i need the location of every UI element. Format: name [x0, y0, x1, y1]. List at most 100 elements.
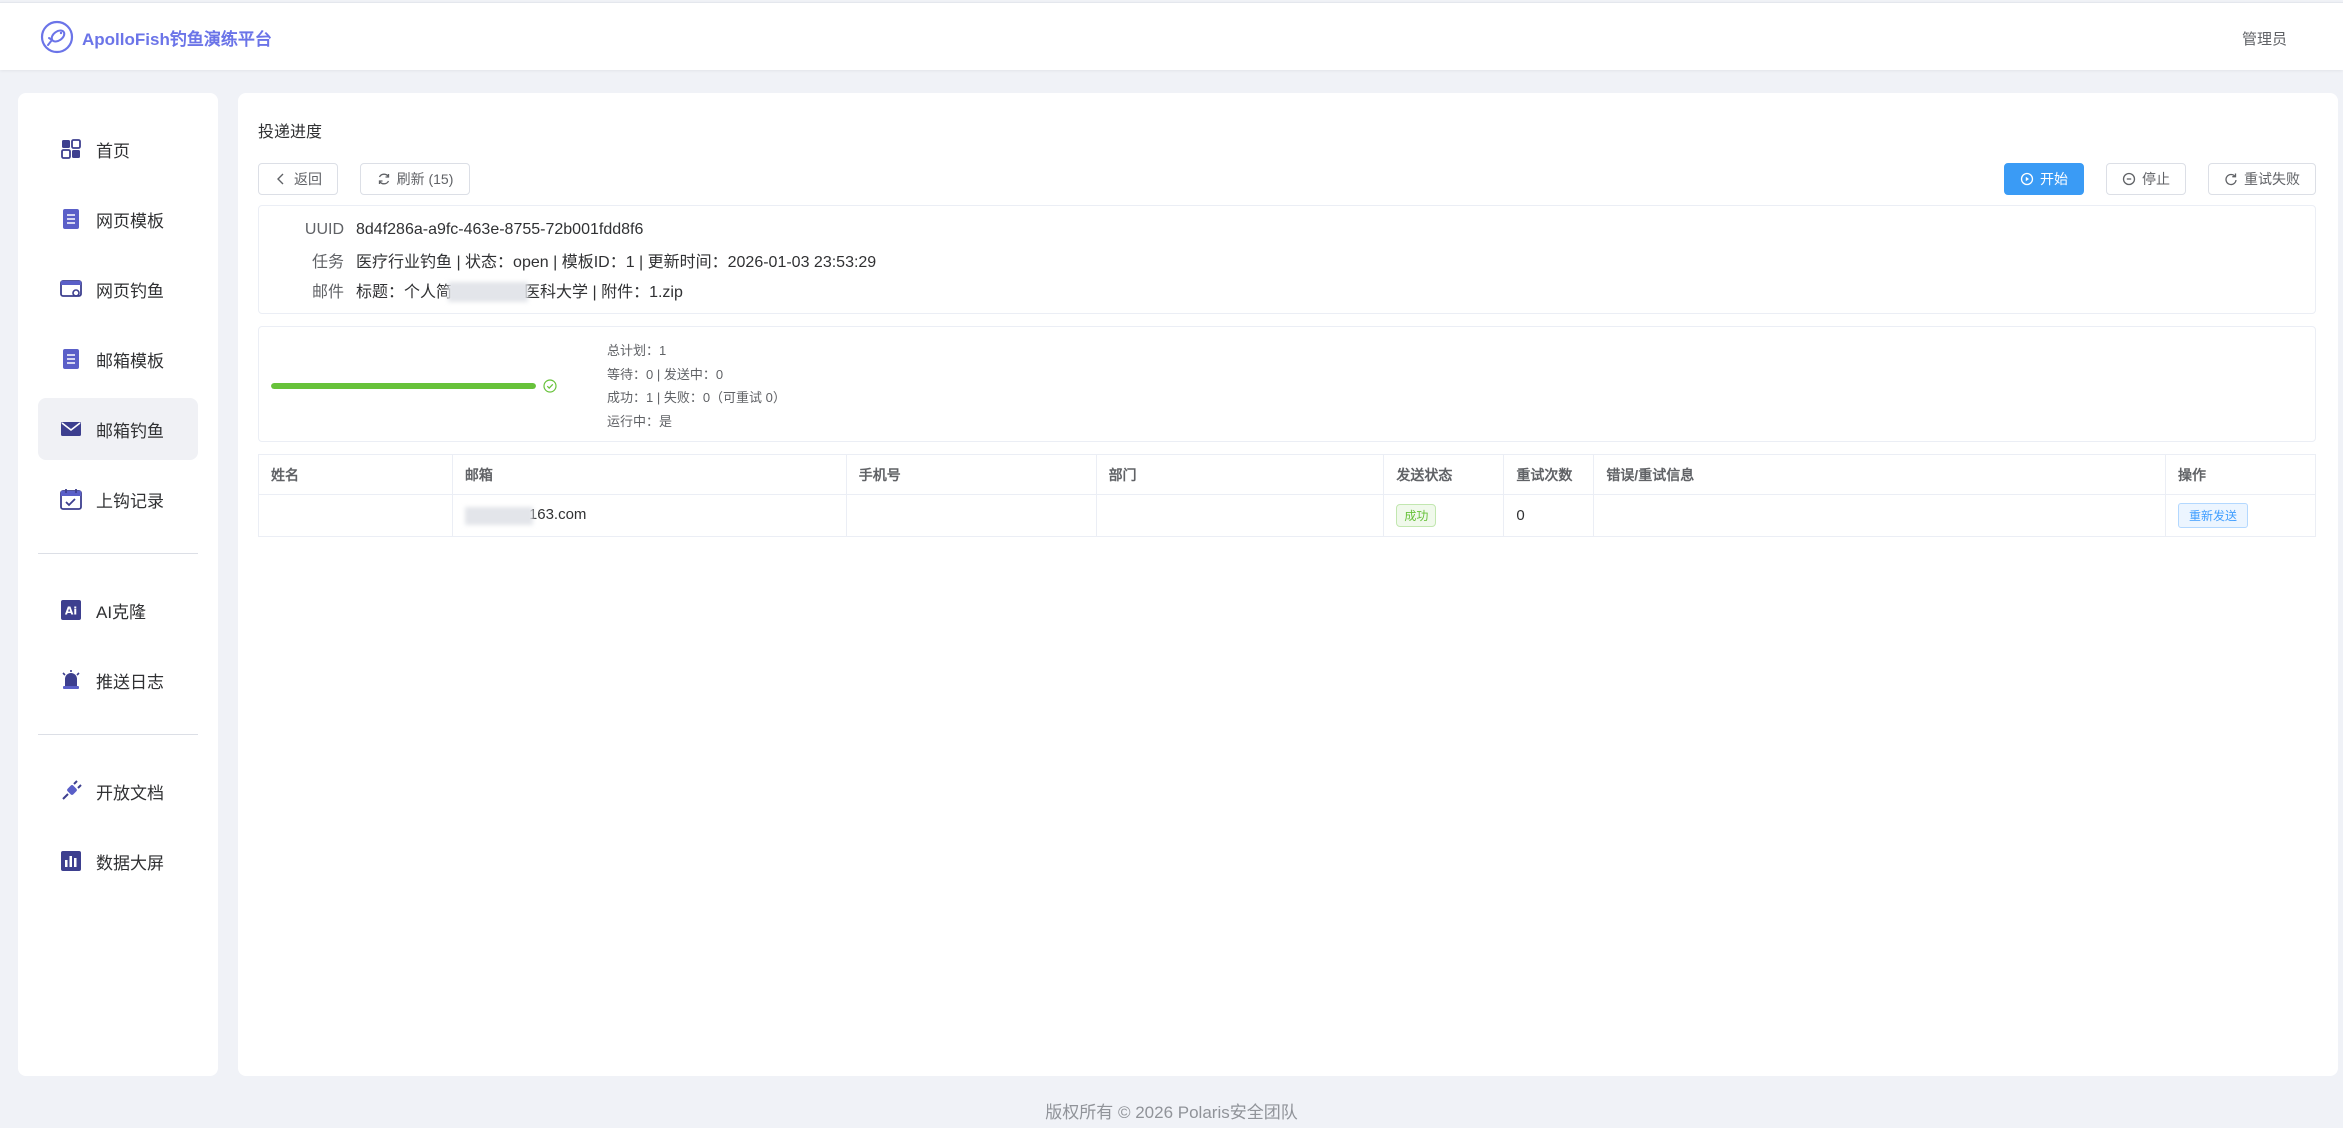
- task-info-panel: UUID 8d4f286a-a9fc-463e-8755-72b001fdd8f…: [258, 205, 2316, 314]
- mail-value: 标题：个人简 医科大学 | 附件：1.zip: [356, 278, 683, 303]
- info-row-mail: 邮件 标题：个人简 医科大学 | 附件：1.zip: [259, 278, 683, 303]
- info-row-task: 任务 医疗行业钓鱼 | 状态：open | 模板ID：1 | 更新时间：2026…: [259, 249, 876, 271]
- calendar-icon: [60, 489, 82, 510]
- cell-status: 成功: [1383, 494, 1505, 537]
- chart-icon: [61, 851, 81, 871]
- table-header-row: 姓名 邮箱 手机号 部门 发送状态 重试次数 错误/重试信息 操作: [258, 454, 2316, 495]
- column-header[interactable]: 操作: [2165, 454, 2316, 495]
- progress-bar: [271, 383, 536, 389]
- sidebar-item-open-docs[interactable]: 开放文档: [38, 760, 198, 822]
- recipients-table: 姓名 邮箱 手机号 部门 发送状态 重试次数 错误/重试信息 操作 163.co…: [258, 454, 2316, 537]
- user-menu[interactable]: 管理员: [2242, 28, 2287, 49]
- resend-button[interactable]: 重新发送: [2178, 503, 2249, 528]
- info-key: 任务: [311, 254, 344, 271]
- retry-failed-label: 重试失败: [2244, 171, 2300, 187]
- top-header: ApolloFish钓鱼演练平台 管理员: [0, 2, 2343, 70]
- document-icon: [63, 209, 79, 229]
- cell-error: [1593, 494, 2166, 537]
- email-suffix: 163.com: [528, 506, 587, 524]
- table-row: 163.com 成功 0 重新发送: [258, 494, 2316, 537]
- sidebar-item-web-phishing[interactable]: 网页钓鱼: [38, 258, 198, 320]
- ai-icon: Ai: [61, 600, 81, 620]
- uuid-value: 8d4f286a-a9fc-463e-8755-72b001fdd8f6: [356, 221, 644, 238]
- sidebar-divider: [38, 553, 198, 554]
- mail-value-suffix: 医科大学 | 附件：1.zip: [524, 283, 683, 301]
- stat-running: 运行中：是: [607, 413, 673, 429]
- cell-phone: [846, 494, 1097, 537]
- refresh-label: 刷新 (15): [396, 171, 454, 187]
- brand[interactable]: ApolloFish钓鱼演练平台: [40, 20, 272, 54]
- page-title: 投递进度: [258, 124, 323, 141]
- stop-label: 停止: [2142, 171, 2170, 187]
- task-value: 医疗行业钓鱼 | 状态：open | 模板ID：1 | 更新时间：2026-01…: [356, 254, 877, 271]
- svg-text:Ai: Ai: [65, 605, 77, 618]
- stop-button[interactable]: 停止: [2106, 163, 2186, 195]
- column-header[interactable]: 错误/重试信息: [1593, 454, 2166, 495]
- browser-icon: [60, 280, 82, 297]
- mail-icon: [61, 422, 81, 436]
- grid-icon: [61, 139, 81, 159]
- sidebar-item-push-logs[interactable]: 推送日志: [38, 649, 198, 711]
- footer-copyright: 版权所有 © 2026 Polaris安全团队: [1045, 1103, 1298, 1122]
- stat-waiting: 等待：0 | 发送中：0: [607, 366, 724, 382]
- info-key: 邮件: [311, 284, 344, 301]
- brand-name: ApolloFish钓鱼演练平台: [82, 29, 272, 49]
- column-header[interactable]: 部门: [1096, 454, 1385, 495]
- check-circle-icon: [543, 379, 557, 393]
- progress-stats: 总计划：1 等待：0 | 发送中：0 成功：1 | 失败：0（可重试 0） 运行…: [607, 339, 786, 433]
- sidebar-item-data-screen[interactable]: 数据大屏: [38, 830, 198, 892]
- redacted-text: [464, 506, 533, 525]
- main-panel: 投递进度 返回 刷新 (15) 开始 停止 重试失败 UUID 8d4f286a…: [238, 93, 2338, 1076]
- cell-dept: [1096, 494, 1385, 537]
- refresh-button[interactable]: 刷新 (15): [360, 163, 470, 195]
- progress-panel: 总计划：1 等待：0 | 发送中：0 成功：1 | 失败：0（可重试 0） 运行…: [258, 326, 2316, 442]
- sidebar-item-label: 邮箱钓鱼: [96, 421, 164, 441]
- stat-total: 总计划：1: [607, 343, 667, 358]
- back-label: 返回: [294, 171, 322, 187]
- refresh-icon: [378, 173, 389, 185]
- chevron-left-icon: [277, 173, 284, 185]
- sidebar-item-label: AI克隆: [96, 602, 147, 622]
- back-button[interactable]: 返回: [258, 163, 338, 195]
- sidebar-item-label: 网页模板: [96, 211, 164, 231]
- sidebar-item-web-templates[interactable]: 网页模板: [38, 188, 198, 250]
- stat-success: 成功：1 | 失败：0（可重试 0）: [607, 390, 786, 405]
- sidebar-item-label: 邮箱模板: [96, 351, 164, 371]
- sidebar-item-home[interactable]: 首页: [38, 118, 198, 180]
- cell-email: 163.com: [452, 494, 847, 537]
- column-header[interactable]: 手机号: [846, 454, 1097, 495]
- column-header[interactable]: 姓名: [258, 454, 453, 495]
- mail-value-prefix: 标题：个人简: [356, 283, 453, 301]
- column-header[interactable]: 邮箱: [452, 454, 847, 495]
- cell-retries: 0: [1503, 494, 1595, 537]
- sidebar-item-label: 开放文档: [96, 783, 164, 803]
- sidebar-item-mail-templates[interactable]: 邮箱模板: [38, 328, 198, 390]
- sidebar-divider: [38, 734, 198, 735]
- column-header[interactable]: 发送状态: [1383, 454, 1505, 495]
- sidebar-item-ai-clone[interactable]: Ai AI克隆: [38, 579, 198, 641]
- status-badge: 成功: [1396, 504, 1437, 527]
- sidebar-item-mail-phishing[interactable]: 邮箱钓鱼: [38, 398, 198, 460]
- stop-circle-icon: [2122, 172, 2136, 186]
- sidebar-item-label: 上钩记录: [96, 491, 164, 511]
- fish-logo-icon: [40, 20, 74, 54]
- info-key: UUID: [304, 221, 344, 238]
- sidebar-item-label: 数据大屏: [96, 853, 164, 873]
- sidebar-item-hook-records[interactable]: 上钩记录: [38, 468, 198, 530]
- start-button[interactable]: 开始: [2004, 163, 2084, 195]
- plug-icon: [62, 780, 82, 800]
- info-row-uuid: UUID 8d4f286a-a9fc-463e-8755-72b001fdd8f…: [259, 219, 643, 241]
- column-header[interactable]: 重试次数: [1503, 454, 1595, 495]
- retry-failed-button[interactable]: 重试失败: [2208, 163, 2316, 195]
- redacted-text: [448, 282, 529, 303]
- cell-name: [258, 494, 453, 537]
- sidebar-item-label: 网页钓鱼: [96, 281, 164, 301]
- bell-icon: [62, 670, 80, 689]
- play-circle-icon: [2020, 172, 2034, 186]
- sidebar-item-label: 推送日志: [96, 672, 164, 692]
- progress-bar-fill: [271, 383, 536, 389]
- document-icon: [63, 349, 79, 369]
- cell-action: 重新发送: [2165, 494, 2316, 537]
- sidebar: 首页 网页模板 网页钓鱼 邮箱模板 邮箱钓鱼 上钩记录 Ai AI克隆 推送日志…: [18, 93, 218, 1076]
- sidebar-item-label: 首页: [96, 141, 130, 161]
